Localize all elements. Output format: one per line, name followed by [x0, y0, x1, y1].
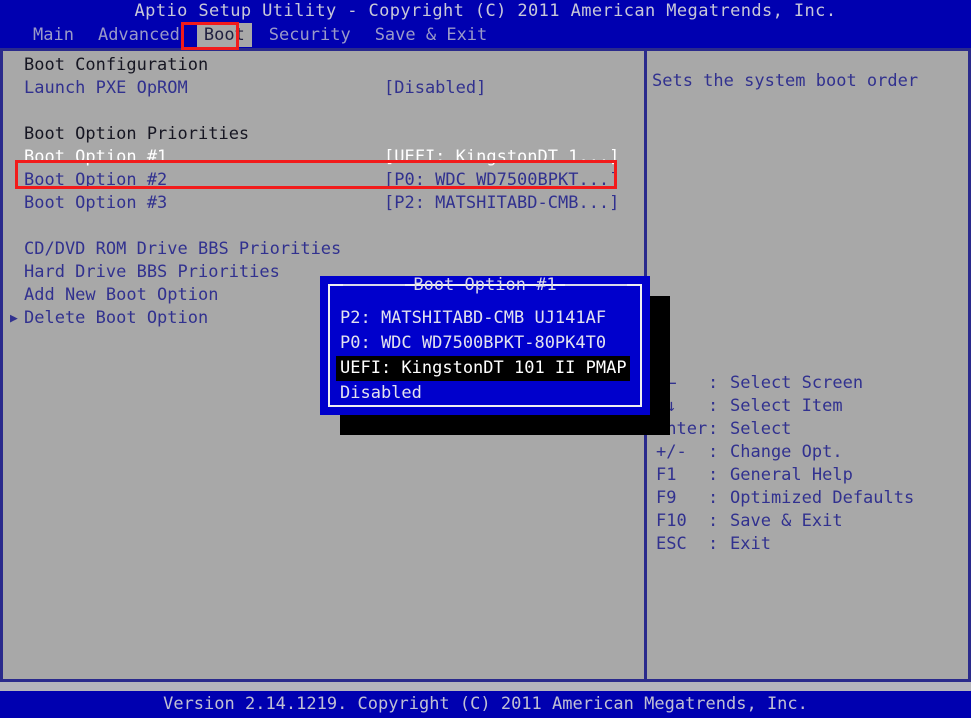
key-legend: →←:Select Screen↑↓:Select ItemEnter:Sele… — [656, 372, 962, 556]
legend-separator: : — [708, 488, 719, 508]
window-title: Aptio Setup Utility - Copyright (C) 2011… — [0, 0, 971, 22]
legend-action: Exit — [730, 534, 771, 554]
popup-option[interactable]: P0: WDC WD7500BPKT-80PK4T0 — [336, 333, 606, 353]
bios-setup-screen: Aptio Setup Utility - Copyright (C) 2011… — [0, 0, 971, 718]
menu-item-security[interactable]: Security — [262, 23, 358, 47]
settings-row-label: CD/DVD ROM Drive BBS Priorities — [24, 239, 342, 259]
legend-separator: : — [708, 465, 719, 485]
settings-row[interactable]: Boot Option #2 [P0: WDC WD7500BPKT...] — [6, 169, 642, 192]
settings-row-value[interactable]: [Disabled] — [384, 77, 486, 100]
legend-row: F1: General Help — [656, 464, 962, 487]
legend-key: +/- — [656, 442, 687, 462]
legend-action: Change Opt. — [730, 442, 843, 462]
legend-key: F9 — [656, 488, 677, 508]
legend-separator: : — [708, 419, 719, 439]
popup-option-row[interactable]: UEFI: KingstonDT 101 II PMAP — [336, 356, 636, 381]
popup-inner-border: Boot Option #1 P2: MATSHITABD-CMB UJ141A… — [328, 275, 642, 407]
legend-row: Enter: Select — [656, 418, 962, 441]
settings-row-label: Add New Boot Option — [24, 285, 219, 305]
popup-option-selected[interactable]: UEFI: KingstonDT 101 II PMAP — [336, 356, 630, 381]
settings-row-label: Boot Option #3 — [24, 193, 168, 213]
popup-option-row[interactable]: P0: WDC WD7500BPKT-80PK4T0 — [336, 331, 636, 356]
legend-action: Save & Exit — [730, 511, 843, 531]
popup-title-rule-left — [343, 284, 406, 286]
boot-option-popup: Boot Option #1 P2: MATSHITABD-CMB UJ141A… — [320, 275, 650, 415]
legend-action: Select — [730, 419, 792, 439]
settings-row[interactable]: Boot Option #1 [UEFI: KingstonDT 1...] — [6, 146, 642, 169]
legend-key: F1 — [656, 465, 677, 485]
settings-row-label: Launch PXE OpROM — [24, 78, 188, 98]
settings-section-header: Boot Configuration — [6, 54, 642, 77]
help-text: Sets the system boot order — [652, 71, 919, 91]
settings-row-value[interactable]: [UEFI: KingstonDT 1...] — [384, 146, 619, 169]
settings-row-label: Hard Drive BBS Priorities — [24, 262, 280, 282]
legend-separator: : — [708, 511, 719, 531]
settings-row[interactable]: Boot Option #3 [P2: MATSHITABD-CMB...] — [6, 192, 642, 215]
popup-option[interactable]: Disabled — [336, 383, 422, 403]
menu-bar: Main Advanced Boot Security Save & Exit — [0, 22, 971, 48]
popup-title-rule-right — [564, 284, 627, 286]
settings-row-label: Boot Option #2 — [24, 170, 168, 190]
settings-row-label: Boot Option Priorities — [24, 124, 250, 144]
settings-section-header: Boot Option Priorities — [6, 123, 642, 146]
legend-row: ESC: Exit — [656, 533, 962, 556]
legend-row: ↑↓:Select Item — [656, 395, 962, 418]
popup-title: Boot Option #1 — [330, 274, 640, 296]
popup-option[interactable]: P2: MATSHITABD-CMB UJ141AF — [336, 308, 606, 328]
legend-key: ESC — [656, 534, 687, 554]
version-footer: Version 2.14.1219. Copyright (C) 2011 Am… — [0, 691, 971, 718]
popup-option-row[interactable]: Disabled — [336, 381, 636, 406]
legend-action: General Help — [730, 465, 853, 485]
settings-spacer — [6, 100, 642, 123]
legend-row: +/-: Change Opt. — [656, 441, 962, 464]
legend-separator: : — [708, 534, 719, 554]
legend-action: Select Screen — [730, 373, 864, 393]
settings-row-label: Boot Option #1 — [24, 147, 168, 167]
menu-item-main[interactable]: Main — [26, 23, 81, 47]
settings-row-value[interactable]: [P0: WDC WD7500BPKT...] — [384, 169, 619, 192]
popup-option-row[interactable]: P2: MATSHITABD-CMB UJ141AF — [336, 306, 636, 331]
legend-separator: : — [708, 373, 719, 393]
settings-row[interactable]: CD/DVD ROM Drive BBS Priorities — [6, 238, 642, 261]
legend-row: →←:Select Screen — [656, 372, 962, 395]
menu-item-advanced[interactable]: Advanced — [91, 23, 187, 47]
submenu-arrow-icon: ▶ — [10, 311, 18, 326]
settings-row-value[interactable]: [P2: MATSHITABD-CMB...] — [384, 192, 619, 215]
settings-row[interactable]: Launch PXE OpROM [Disabled] — [6, 77, 642, 100]
legend-row: F10: Save & Exit — [656, 510, 962, 533]
settings-spacer — [6, 215, 642, 238]
legend-separator: : — [708, 396, 719, 416]
legend-key: F10 — [656, 511, 687, 531]
menu-item-boot[interactable]: Boot — [196, 23, 252, 47]
legend-separator: : — [708, 442, 719, 462]
popup-option-list: P2: MATSHITABD-CMB UJ141AF P0: WDC WD7500… — [336, 306, 636, 406]
legend-action: Select Item — [730, 396, 843, 416]
footer-gap — [0, 682, 971, 691]
settings-row-label: Boot Configuration — [24, 55, 209, 75]
popup-title-text: Boot Option #1 — [413, 275, 557, 295]
legend-action: Optimized Defaults — [730, 488, 915, 508]
menu-item-save-exit[interactable]: Save & Exit — [368, 23, 495, 47]
settings-row-label: Delete Boot Option — [24, 308, 209, 328]
legend-row: F9: Optimized Defaults — [656, 487, 962, 510]
